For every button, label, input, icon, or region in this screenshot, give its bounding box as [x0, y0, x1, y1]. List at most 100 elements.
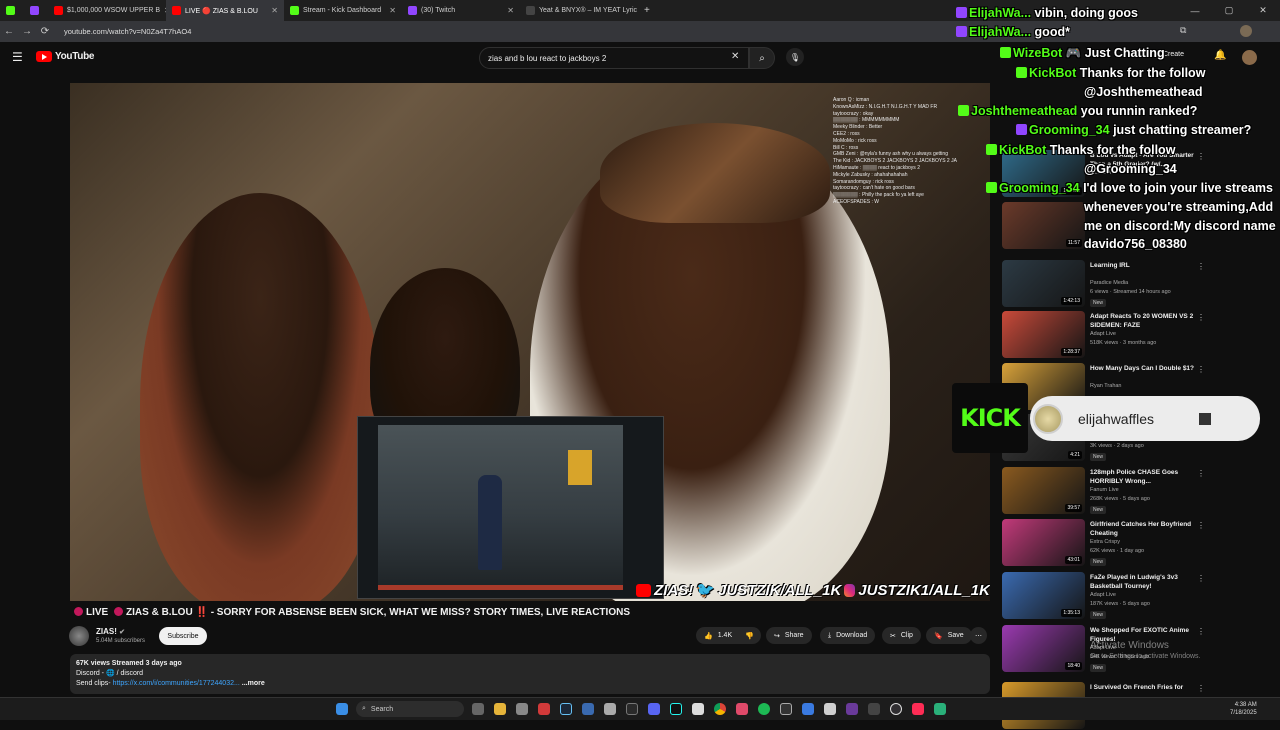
app-icon[interactable] [846, 703, 858, 715]
video-title[interactable]: Girlfriend Catches Her Boyfriend Cheatin… [1090, 521, 1195, 538]
video-thumbnail[interactable]: 1:28:37 [1002, 311, 1085, 358]
url-field[interactable]: youtube.com/watch?v=N0Za4T7hAO4 [64, 27, 191, 36]
browser-tab[interactable] [0, 0, 24, 21]
subscribe-button[interactable]: Subscribe [159, 627, 207, 645]
app-icon[interactable] [516, 703, 528, 715]
recommendation-item[interactable]: 43:01 Girlfriend Catches Her Boyfriend Ch… [1002, 519, 1207, 567]
browser-tab[interactable]: $1,000,000 WSOW UPPER B✕ [48, 0, 166, 21]
minimize-icon[interactable]: — [1178, 0, 1212, 21]
tiktok-icon[interactable] [912, 703, 924, 715]
youtube-logo[interactable]: YouTube [36, 51, 95, 62]
search-button[interactable]: ⌕ [749, 47, 775, 69]
close-tab-icon[interactable]: ✕ [507, 6, 514, 15]
video-thumbnail[interactable]: 43:01 [1002, 519, 1085, 566]
app-icon[interactable] [780, 703, 792, 715]
more-options-icon[interactable]: ⋮ [1197, 262, 1205, 271]
close-window-icon[interactable]: ✕ [1246, 0, 1280, 21]
steam-icon[interactable] [560, 703, 572, 715]
share-button[interactable]: ↪ Share [766, 627, 812, 644]
video-thumbnail[interactable]: 1:42:13 [1002, 260, 1085, 307]
save-button[interactable]: 🔖 Save [926, 627, 972, 644]
close-tab-icon[interactable]: ✕ [389, 6, 396, 15]
more-options-icon[interactable]: ⋮ [1197, 469, 1205, 478]
recommendation-item[interactable]: 39:57 128mph Police CHASE Goes HORRIBLY W… [1002, 467, 1207, 515]
app-icon[interactable] [604, 703, 616, 715]
task-view-icon[interactable] [472, 703, 484, 715]
system-clock[interactable]: 4:38 AM 7/18/2025 [1230, 701, 1257, 717]
notifications-icon[interactable]: 🔔 [1214, 50, 1226, 61]
recommendation-item[interactable]: 1:42:13 Learning IRL Paradice Media 6 views… [1002, 260, 1207, 308]
browser-tab[interactable] [24, 0, 48, 21]
more-options-icon[interactable]: ⋮ [1197, 152, 1205, 161]
menu-icon[interactable]: ☰ [12, 50, 23, 64]
description-box[interactable]: 67K views Streamed 3 days ago Discord - … [70, 654, 990, 694]
channel-name[interactable]: Ryan Trahan [1090, 383, 1122, 389]
more-options-icon[interactable]: ⋮ [1197, 627, 1205, 636]
file-explorer-icon[interactable] [494, 703, 506, 715]
app-icon[interactable] [802, 703, 814, 715]
account-avatar[interactable] [1242, 50, 1257, 65]
taskbar-search[interactable]: ⌕ Search [356, 701, 464, 717]
clear-search-icon[interactable]: ✕ [731, 51, 739, 62]
clip-button[interactable]: ✂ Clip [882, 627, 921, 644]
create-button[interactable]: Create [1163, 51, 1184, 58]
clips-link[interactable]: https://x.com/i/communities/177244032... [113, 680, 240, 687]
tiktok-icon[interactable] [670, 703, 682, 715]
video-title[interactable]: I Survived On French Fries for [1090, 684, 1195, 693]
video-title[interactable]: FaZe Played in Ludwig's 3v3 Basketball T… [1090, 574, 1195, 591]
channel-name[interactable]: Extra Crispy [1090, 539, 1120, 545]
video-title[interactable]: Adapt Reacts To 20 WOMEN VS 2 SIDEMEN: F… [1090, 313, 1195, 330]
forward-icon[interactable]: → [18, 26, 36, 37]
app-icon[interactable] [538, 703, 550, 715]
spotify-icon[interactable] [758, 703, 770, 715]
video-title[interactable]: 128mph Police CHASE Goes HORRIBLY Wrong.… [1090, 469, 1195, 486]
more-actions-button[interactable]: ⋯ [970, 627, 987, 644]
recommendation-item[interactable]: 1:28:37 Adapt Reacts To 20 WOMEN VS 2 SID… [1002, 311, 1207, 359]
browser-tab[interactable]: (30) Twitch ✕ [402, 0, 520, 21]
browser-tab[interactable]: Stream - Kick Dashboard ✕ [284, 0, 402, 21]
thumbs-down-icon[interactable]: 👎 [745, 632, 754, 640]
more-options-icon[interactable]: ⋮ [1197, 365, 1205, 374]
channel-avatar[interactable] [69, 626, 89, 646]
app-icon[interactable] [692, 703, 704, 715]
mic-icon[interactable]: 🎙 [786, 48, 804, 66]
discord-icon[interactable] [648, 703, 660, 715]
channel-name[interactable]: Paradice Media [1090, 280, 1128, 286]
profile-icon[interactable] [1240, 25, 1252, 37]
chrome-icon[interactable] [714, 703, 726, 715]
channel-name[interactable]: ZIAS! ✔ [96, 627, 125, 636]
more-options-icon[interactable]: ⋮ [1197, 313, 1205, 322]
like-button[interactable]: 👍 1.4K 👎 [696, 627, 761, 644]
more-options-icon[interactable]: ⋮ [1197, 521, 1205, 530]
extensions-icon[interactable]: ⧉ [1180, 25, 1186, 36]
terminal-icon[interactable] [626, 703, 638, 715]
back-icon[interactable]: ← [0, 26, 18, 37]
video-thumbnail[interactable]: 1:35:13 [1002, 572, 1085, 619]
channel-name[interactable]: Fanum Live [1090, 487, 1119, 493]
video-thumbnail[interactable]: 18:40 [1002, 625, 1085, 672]
new-tab-button[interactable]: + [638, 0, 658, 21]
show-more-button[interactable]: ...more [240, 680, 265, 687]
more-options-icon[interactable]: ⋮ [1197, 574, 1205, 583]
channel-name[interactable]: Adapt Live [1090, 592, 1116, 598]
app-icon[interactable] [934, 703, 946, 715]
windows-start-icon[interactable] [336, 703, 348, 715]
close-tab-icon[interactable]: ✕ [271, 6, 278, 15]
browser-tab-active[interactable]: LIVE 🔴 ZIAS & B.LOU ✕ [166, 0, 284, 21]
download-button[interactable]: ⤓ Download [820, 627, 876, 644]
app-icon[interactable] [824, 703, 836, 715]
app-icon[interactable] [868, 703, 880, 715]
app-icon[interactable] [582, 703, 594, 715]
reload-icon[interactable]: ⟳ [36, 26, 54, 37]
browser-tab[interactable]: Yeat & BNYX® – IM YEAT Lyric✕ [520, 0, 638, 21]
app-icon[interactable] [736, 703, 748, 715]
video-title[interactable]: How Many Days Can I Double $1? [1090, 365, 1195, 374]
search-input[interactable]: zias and b lou react to jackboys 2 [479, 47, 749, 69]
maximize-icon[interactable]: ▢ [1212, 0, 1246, 21]
more-options-icon[interactable]: ⋮ [1197, 684, 1205, 693]
video-player[interactable]: Aaron Q : icman KnownAsMizz : N.I.G.H.T N… [70, 83, 990, 601]
video-title[interactable]: Learning IRL [1090, 262, 1195, 271]
recommendation-item[interactable]: 1:35:13 FaZe Played in Ludwig's 3v3 Baske… [1002, 572, 1207, 620]
channel-name[interactable]: Adapt Live [1090, 331, 1116, 337]
obs-icon[interactable] [890, 703, 902, 715]
